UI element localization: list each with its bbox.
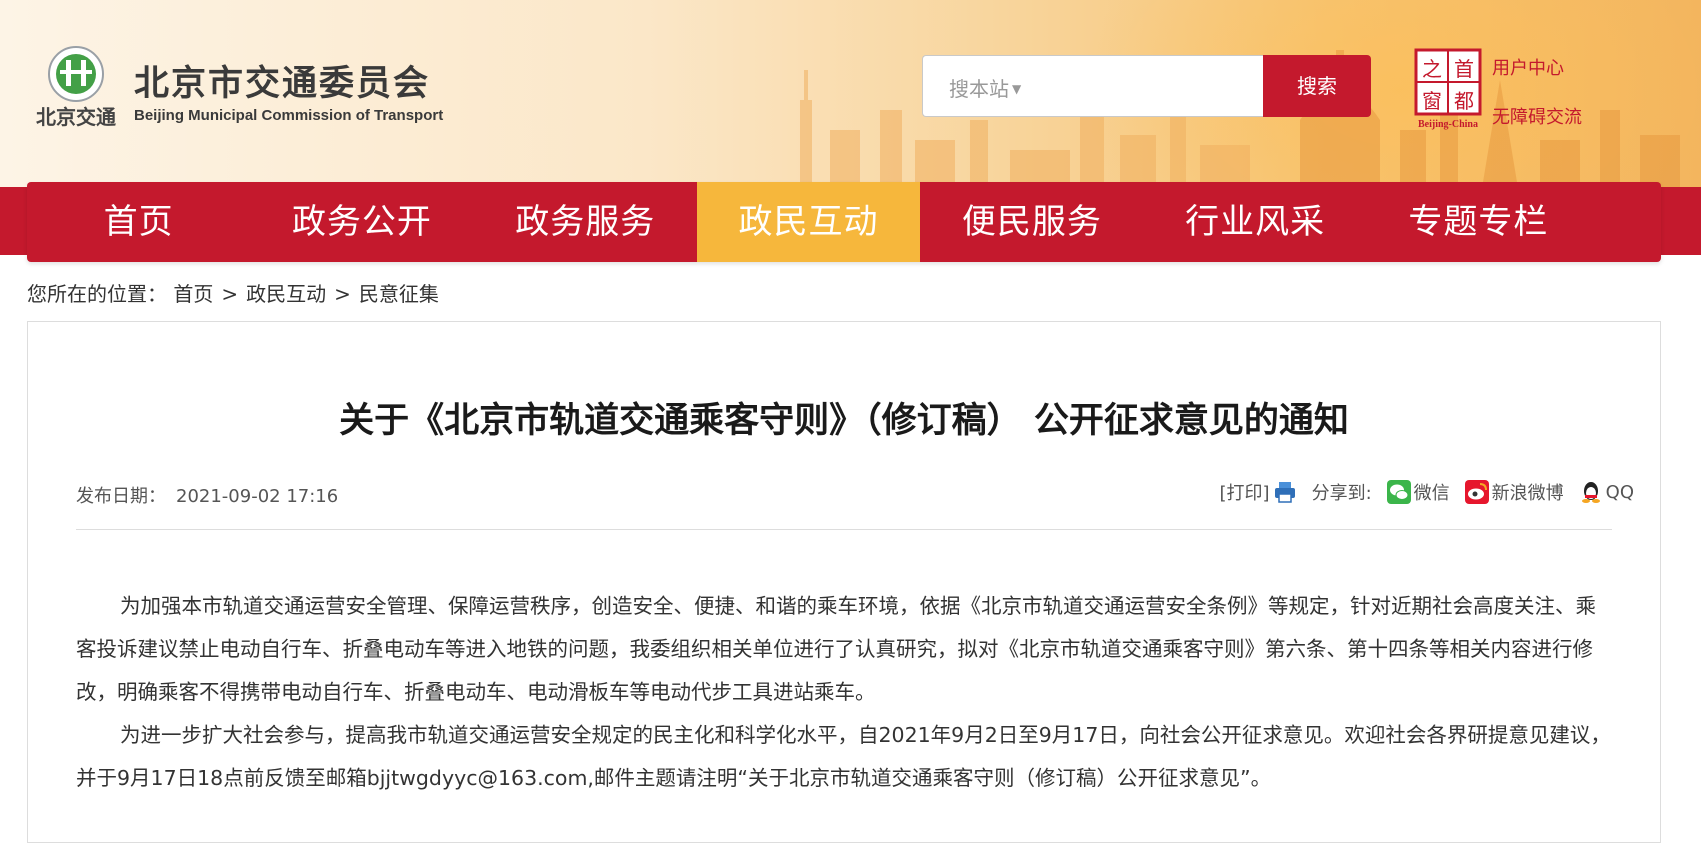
article-title: 关于《北京市轨道交通乘客守则》（修订稿） 公开征求意见的通知	[339, 401, 1349, 441]
main-nav: 首页 政务公开 政务服务 政民互动 便民服务 行业风采 专题专栏	[27, 182, 1661, 262]
breadcrumb-item-public-interaction[interactable]: 政民互动	[246, 282, 326, 306]
printer-icon[interactable]	[1273, 480, 1297, 504]
breadcrumb-item-home[interactable]: 首页	[173, 282, 213, 306]
article-panel: 关于《北京市轨道交通乘客守则》（修订稿） 公开征求意见的通知 发布日期： 2021…	[27, 321, 1661, 843]
beijing-transport-logo-icon[interactable]: 北京交通	[26, 44, 126, 132]
nav-item-home[interactable]: 首页	[27, 182, 250, 262]
nav-item-public-interaction[interactable]: 政民互动	[696, 182, 921, 262]
qq-icon[interactable]	[1579, 480, 1603, 504]
breadcrumb-prefix: 您所在的位置：	[27, 282, 167, 306]
site-subtitle: Beijing Municipal Commission of Transpor…	[134, 107, 444, 124]
publish-label: 发布日期：	[76, 486, 166, 507]
share-weibo[interactable]: 新浪微博	[1492, 479, 1564, 505]
svg-text:都: 都	[1454, 89, 1474, 113]
share-toolbar: [打印] 分享到: 微信 新浪微博 QQ	[1220, 477, 1634, 507]
title-divider	[76, 529, 1612, 530]
search-input[interactable]: 搜本站 ▼	[922, 55, 1264, 117]
svg-text:窗: 窗	[1422, 89, 1442, 113]
nav-item-government-affairs-public[interactable]: 政务公开	[250, 182, 473, 262]
caret-down-icon: ▼	[1012, 82, 1022, 96]
accessibility-link[interactable]: 无障碍交流	[1492, 103, 1582, 129]
nav-item-special-topics[interactable]: 专题专栏	[1367, 182, 1590, 262]
svg-text:之: 之	[1422, 57, 1442, 81]
svg-text:首: 首	[1454, 57, 1474, 81]
search-scope-label: 搜本站	[949, 77, 1009, 101]
publish-info: 发布日期： 2021-09-02 17:16	[76, 482, 338, 508]
search-button[interactable]: 搜索	[1263, 55, 1371, 117]
site-title[interactable]: 北京市交通委员会	[134, 55, 430, 106]
nav-item-government-services[interactable]: 政务服务	[474, 182, 697, 262]
nav-item-convenience-services[interactable]: 便民服务	[920, 182, 1143, 262]
share-label: 分享到:	[1311, 483, 1372, 504]
wechat-icon[interactable]	[1386, 480, 1411, 504]
breadcrumb-item-opinion-collection[interactable]: 民意征集	[359, 282, 439, 306]
breadcrumb-separator: >	[334, 282, 351, 306]
publish-date: 2021-09-02 17:16	[176, 486, 339, 507]
svg-text:Beijing-China: Beijing-China	[1418, 119, 1478, 130]
share-qq[interactable]: QQ	[1606, 482, 1634, 503]
weibo-icon[interactable]	[1464, 480, 1489, 504]
nav-item-industry-showcase[interactable]: 行业风采	[1143, 182, 1366, 262]
user-center-link[interactable]: 用户中心	[1492, 54, 1564, 80]
logo-text: 北京交通	[36, 105, 116, 129]
article-paragraph: 为进一步扩大社会参与，提高我市轨道交通运营安全规定的民主化和科学化水平，自202…	[76, 723, 1611, 790]
share-wechat[interactable]: 微信	[1414, 479, 1450, 505]
article-paragraph: 为加强本市轨道交通运营安全管理、保障运营秩序，创造安全、便捷、和谐的乘车环境，依…	[76, 594, 1596, 704]
breadcrumb: 您所在的位置： 首页 > 政民互动 > 民意征集	[27, 278, 439, 307]
breadcrumb-separator: >	[221, 282, 239, 306]
print-link[interactable]: [打印]	[1220, 479, 1270, 505]
capital-window-logo-icon[interactable]: 之 首 窗 都 Beijing-China	[1410, 48, 1486, 130]
search-scope-dropdown[interactable]: 搜本站 ▼	[949, 73, 1021, 102]
